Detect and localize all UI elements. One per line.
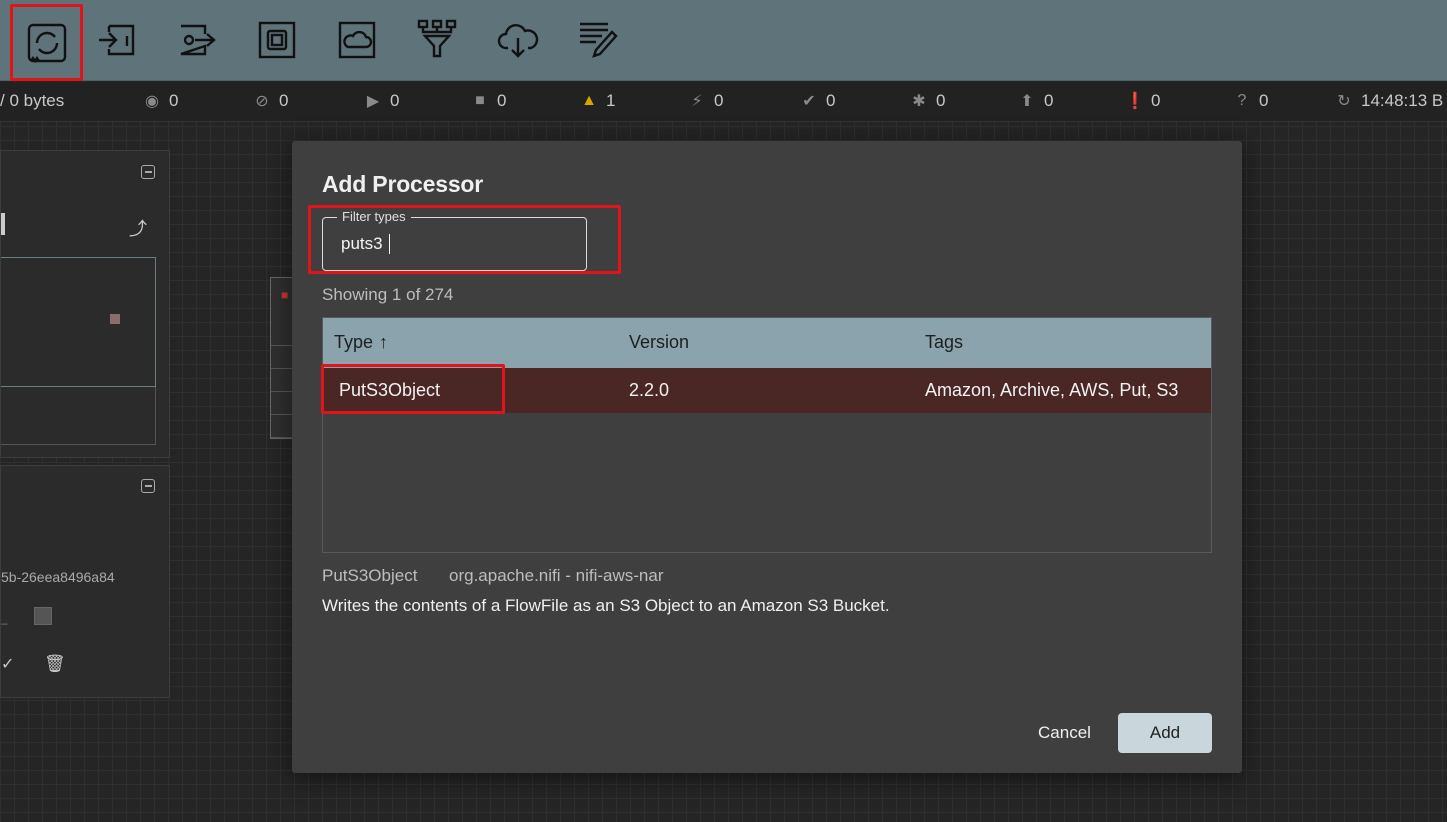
last-refreshed-time: 14:48:13 B <box>1361 91 1444 110</box>
transmitting-value: 0 <box>169 91 179 110</box>
check-icon: ✔ <box>802 93 816 110</box>
sort-ascending-icon: ↑ <box>379 332 389 352</box>
process-group-tool-button[interactable] <box>254 12 300 68</box>
zoom-slider-handle[interactable] <box>1 213 5 235</box>
disabled-value: 0 <box>714 91 724 110</box>
stopped-count: ■ 0 <box>471 91 506 111</box>
row-highlight-box <box>321 364 505 414</box>
processor-types-table: Type ↑ Version Tags PutS3Object 2.2.0 Ama… <box>322 317 1212 553</box>
input-port-tool-button[interactable] <box>94 12 140 68</box>
locally-modified-count: ✱ 0 <box>910 91 945 111</box>
filter-label: Filter types <box>337 209 411 224</box>
cancel-button[interactable]: Cancel <box>1021 713 1108 753</box>
group-identifier: 5b-26eea8496a84 <box>1 569 115 585</box>
transmitting-count: ◉ 0 <box>143 91 178 111</box>
stale-count: ⬆ 0 <box>1018 91 1053 111</box>
locally-modified-value: 0 <box>936 91 946 110</box>
birdseye-view[interactable] <box>1 257 156 387</box>
disabled-icon: ⚡ <box>691 93 703 110</box>
processor-icon <box>27 23 66 63</box>
up-to-date-value: 0 <box>826 91 836 110</box>
error-icon: ❗ <box>1125 93 1145 110</box>
errors-count: ❗ 0 <box>1125 91 1160 111</box>
process-group-icon <box>258 21 296 59</box>
add-processor-dialog: Add Processor Filter types Showing 1 of … <box>292 141 1242 773</box>
column-version-header[interactable]: Version <box>629 332 689 353</box>
not-transmitting-icon: ⊘ <box>255 93 269 110</box>
stopped-value: 0 <box>497 91 507 110</box>
remote-process-group-icon <box>338 21 376 59</box>
selected-type-bundle: org.apache.nifi - nifi-aws-nar <box>449 566 664 585</box>
column-tags-label: Tags <box>925 332 964 352</box>
cell-tags: Amazon, Archive, AWS, Put, S3 <box>925 380 1179 400</box>
remote-process-group-tool-button[interactable] <box>334 12 380 68</box>
disabled-count: ⚡ 0 <box>688 91 723 111</box>
asterisk-icon: ✱ <box>912 93 926 110</box>
running-count: ▶ 0 <box>364 91 400 111</box>
birdseye-lower <box>1 387 156 445</box>
warning-icon: ▲ <box>581 92 597 109</box>
label-icon <box>580 22 618 58</box>
transmitting-icon: ◉ <box>145 93 159 110</box>
status-bar: / 0 bytes ◉ 0 ⊘ 0 ▶ 0 ■ 0 ▲ 1 ⚡ 0 ✔ 0 ✱ … <box>0 82 1447 122</box>
output-port-tool-button[interactable] <box>174 12 220 68</box>
collapse-icon[interactable] <box>141 479 155 493</box>
component-toolbar <box>0 0 1447 81</box>
play-icon: ▶ <box>366 93 380 110</box>
column-tags-header[interactable]: Tags <box>925 332 963 353</box>
processor-tool-button[interactable] <box>10 4 83 81</box>
selected-type-name: PutS3Object <box>322 566 418 585</box>
queued-bytes-text: / 0 bytes <box>0 91 65 110</box>
running-value: 0 <box>390 91 400 110</box>
fit-icon[interactable]: ⤴ <box>129 215 147 241</box>
table-header: Type ↑ Version Tags <box>323 318 1211 368</box>
arrow-up-circle-icon: ⬆ <box>1020 93 1034 110</box>
not-transmitting-count: ⊘ 0 <box>253 91 288 111</box>
input-port-icon <box>99 24 135 56</box>
operate-panel: 5b-26eea8496a84 – ✓ 🗑 <box>0 465 170 698</box>
stop-button[interactable] <box>34 607 52 625</box>
birdseye-marker <box>110 314 120 324</box>
not-transmitting-value: 0 <box>279 91 289 110</box>
invalid-icon: ■ <box>281 288 289 302</box>
cell-version: 2.2.0 <box>629 380 670 400</box>
processor-card-fragment: ■ <box>270 277 294 439</box>
question-icon: ? <box>1237 92 1247 109</box>
result-count: Showing 1 of 274 <box>322 285 454 304</box>
column-version-label: Version <box>629 332 690 352</box>
text-caret <box>389 234 390 254</box>
filter-input[interactable] <box>341 232 561 256</box>
collapse-icon[interactable] <box>141 165 155 179</box>
sync-failure-value: 0 <box>1259 91 1269 110</box>
edit-icon[interactable]: ✓ <box>1 654 14 674</box>
filter-field[interactable]: Filter types <box>322 209 587 271</box>
refresh-icon[interactable]: ↻ <box>1335 91 1353 111</box>
dialog-title: Add Processor <box>322 171 484 197</box>
last-refreshed[interactable]: ↻ 14:48:13 B <box>1335 91 1443 111</box>
queued-bytes: / 0 bytes <box>0 91 64 111</box>
funnel-tool-button[interactable] <box>414 12 460 68</box>
dash-icon: – <box>1 616 8 630</box>
funnel-icon <box>417 19 457 58</box>
output-port-icon <box>180 24 216 56</box>
template-tool-button[interactable] <box>495 12 541 68</box>
column-type-label: Type <box>334 332 374 352</box>
invalid-value: 1 <box>606 91 616 110</box>
selected-type-description: Writes the contents of a FlowFile as an … <box>322 596 890 615</box>
add-button[interactable]: Add <box>1118 713 1212 753</box>
trash-icon[interactable]: 🗑 <box>44 654 66 674</box>
label-tool-button[interactable] <box>575 12 621 68</box>
column-type-header[interactable]: Type ↑ <box>334 332 388 353</box>
stop-icon: ■ <box>475 92 485 109</box>
errors-value: 0 <box>1151 91 1161 110</box>
invalid-count: ▲ 1 <box>580 91 615 111</box>
up-to-date-count: ✔ 0 <box>800 91 835 111</box>
stale-value: 0 <box>1044 91 1054 110</box>
navigate-panel: ⤴ <box>0 150 170 458</box>
sync-failure-count: ? 0 <box>1233 91 1269 111</box>
template-icon <box>497 24 539 58</box>
